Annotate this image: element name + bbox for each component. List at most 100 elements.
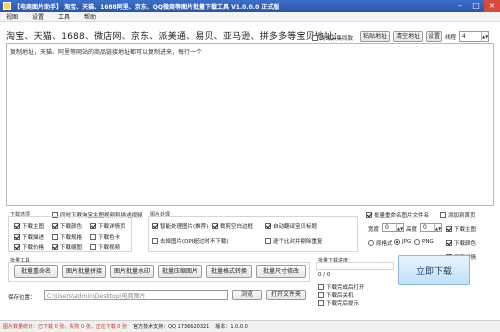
menu-help[interactable]: 帮助 [84,12,96,21]
width-value: 0 [385,224,389,231]
status-left: 图片数量统计：已下载 0 张，失败 0 张，正在下载 0 张 [3,324,128,330]
opt-detail-checkbox[interactable] [90,223,96,229]
proc-dedupe-checkbox[interactable] [265,238,271,244]
add-home-option[interactable]: 添加到首页 [440,211,476,219]
format-jpg-label: JPG [402,239,412,245]
width-spinner-arrows-icon[interactable]: ▲▼ [396,224,403,231]
format-png-radio[interactable] [414,239,420,245]
clear-url-button[interactable]: 清空地址 [393,31,423,42]
format-original[interactable]: 原格式 [368,239,393,247]
height-spinner[interactable]: 0 ▲▼ [420,223,442,232]
opt-swatch-checkbox[interactable] [90,234,96,240]
lower-check-1[interactable]: 下载完成后打开 [318,283,365,291]
paste-url-button[interactable]: 粘贴地址 [360,31,390,42]
right-check-1[interactable]: 下载主图 [446,225,476,233]
status-middle[interactable]: 官方技术支持：QQ 1736620321 [130,323,212,330]
open-folder-button[interactable]: 打开文件夹 [266,290,306,300]
right-check-1-label: 下载主图 [454,227,477,233]
rename-checkbox[interactable] [366,212,372,218]
url-textarea-content: 复制地址，天猫、阿里等网站的商品链接地址都可以复制进来，每行一个 [10,49,203,56]
menu-tools[interactable]: 工具 [58,12,70,21]
bulk-stitch-button[interactable]: 图片批量拼接 [62,265,106,278]
opt-thumb[interactable]: 下载缩图 [52,243,82,251]
opt-price-checkbox[interactable] [14,244,20,250]
opt-desc[interactable]: 下载描述 [14,233,44,241]
bulk-rename-button[interactable]: 批量重命名 [14,265,58,278]
format-png-label: PNG [422,239,434,245]
bulk-compress-button[interactable]: 批量压缩图片 [158,265,202,278]
status-right: 版本：1.0.0.0 [215,324,248,330]
add-home-label: 添加到首页 [448,213,476,219]
opt-detail-label: 下载详情页 [98,224,126,230]
bulk-convert-button[interactable]: 批量格式转换 [206,265,252,278]
url-textarea[interactable]: 复制地址，天猫、阿里等网站的商品链接地址都可以复制进来，每行一个 [6,43,494,206]
lower-check-1-box[interactable] [318,284,324,290]
lower-check-3-box[interactable] [318,300,324,306]
right-check-2[interactable]: 下载颜色 [446,239,476,247]
close-icon[interactable]: × [484,0,500,12]
add-home-checkbox[interactable] [440,212,446,218]
bulk-resize-button[interactable]: 批量尺寸修改 [256,265,306,278]
opt-video-checkbox[interactable] [90,244,96,250]
opt-desc-checkbox[interactable] [14,234,20,240]
opt-swatch[interactable]: 下载色卡 [90,233,120,241]
lower-check-2[interactable]: 下载后关机 [318,291,354,299]
opt-spec[interactable]: 下载规格 [52,233,82,241]
spinner-arrows-icon[interactable]: ▲▼ [481,32,488,41]
lower-check-3[interactable]: 下载完后提示 [318,299,359,307]
menu-view[interactable]: 视图 [6,12,18,21]
same-style-checkbox-label: 同时采集同款 [320,36,354,42]
menu-settings[interactable]: 设置 [32,12,44,21]
proc-translate-checkbox[interactable] [265,223,271,229]
right-check-2-box[interactable] [446,240,452,246]
format-jpg[interactable]: JPG [394,239,411,245]
format-jpg-radio[interactable] [394,239,400,245]
opt-color-checkbox[interactable] [52,223,58,229]
opt-thumb-checkbox[interactable] [52,244,58,250]
height-label: 高度 [406,227,418,233]
proc-translate[interactable]: 自动翻译宝贝标题 [265,222,317,230]
lower-check-3-label: 下载完后提示 [326,301,360,307]
proc-dedupe[interactable]: 逐个比对并剔除重复 [265,237,323,245]
right-check-2-label: 下载颜色 [454,241,477,247]
proc-smart[interactable]: 智能处理图片(推荐) [152,222,208,230]
proc-dpi-checkbox[interactable] [152,238,158,244]
opt-video[interactable]: 下载视频 [90,243,120,251]
proc-trim-checkbox[interactable] [212,223,218,229]
opt-color[interactable]: 下载颜色 [52,222,82,230]
opt-price[interactable]: 下载价格 [14,243,44,251]
format-png[interactable]: PNG [414,239,434,245]
opt-main-image[interactable]: 下载主图 [14,222,44,230]
maximize-icon[interactable]: □ [468,0,484,12]
start-download-button[interactable]: 立即下载 [398,255,470,285]
thread-count-spinner[interactable]: 4 ▲▼ [459,31,489,42]
same-style-checkbox[interactable]: 同时采集同款 [312,34,353,42]
settings-button[interactable]: 设置 [426,31,442,42]
format-original-radio[interactable] [368,240,374,246]
opt-swatch-label: 下载色卡 [98,235,121,241]
lower-check-2-box[interactable] [318,292,324,298]
app-logo-icon [3,2,11,10]
minimize-icon[interactable]: – [452,0,468,12]
proc-smart-checkbox[interactable] [152,223,158,229]
opt-detail[interactable]: 下载详情页 [90,222,126,230]
lower-check-2-label: 下载后关机 [326,293,354,299]
rename-option[interactable]: 批量重命名图片文件名 [366,211,429,219]
same-style-checkbox-box[interactable] [312,35,318,41]
proc-translate-label: 自动翻译宝贝标题 [273,224,318,230]
opt-spec-checkbox[interactable] [52,234,58,240]
bulk-watermark-button[interactable]: 图片批量水印 [110,265,154,278]
height-spinner-arrows-icon[interactable]: ▲▼ [434,224,441,231]
right-check-1-box[interactable] [446,226,452,232]
opt-main-image-checkbox[interactable] [14,223,20,229]
url-input-label: 淘宝、天猫、1688、微店网、京东、派美通、易贝、亚马逊、拼多多等宝贝地址： [6,32,343,42]
width-label: 宽度 [368,227,380,233]
proc-trim[interactable]: 裁剪空白边框 [212,222,253,230]
proc-trim-label: 裁剪空白边框 [220,224,254,230]
width-spinner[interactable]: 0 ▲▼ [382,223,404,232]
save-path-input[interactable]: C:\Users\admin\Desktop\电商图片 [44,290,228,300]
proc-dpi[interactable]: 去掉图片(DPI超过时不下载) [152,237,228,245]
thread-count-value: 4 [462,33,466,40]
browse-button[interactable]: 浏览 [232,290,262,300]
title-bar: 【电商图片助手】 淘宝、天猫、1688阿里、京东、QQ微商等图片批量下载工具 V… [0,0,500,12]
